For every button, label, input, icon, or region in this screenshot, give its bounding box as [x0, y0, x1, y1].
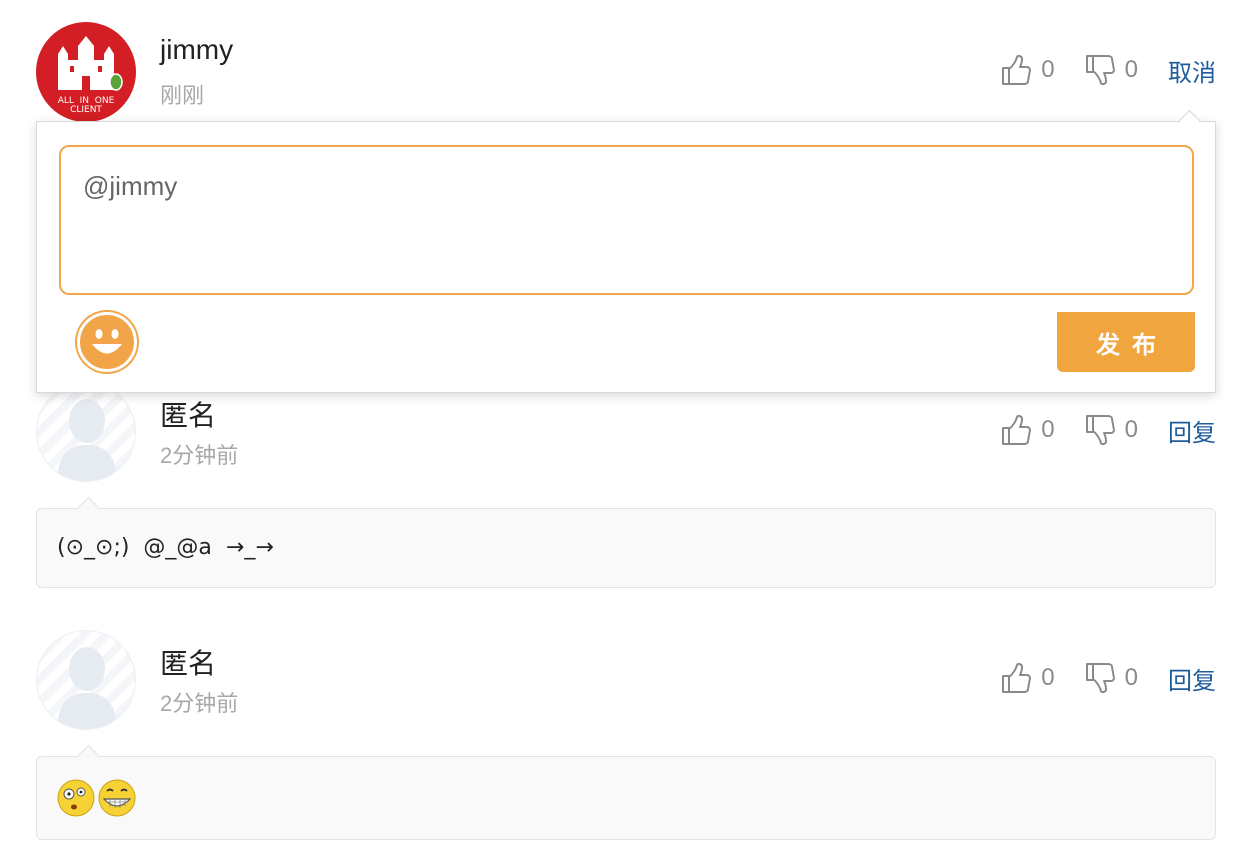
default-user-icon	[57, 647, 117, 729]
dislike-count: 0	[1124, 664, 1138, 691]
like-count: 0	[1041, 416, 1055, 443]
comment-text: (⊙_⊙;) @_@a →_→	[57, 535, 274, 560]
timestamp: 刚刚	[160, 83, 205, 108]
thumbs-down-icon[interactable]	[1085, 662, 1115, 694]
confused-emoji-icon	[57, 779, 95, 817]
like-count: 0	[1041, 664, 1055, 691]
reply-link[interactable]: 回复	[1168, 661, 1216, 696]
comment-actions: 0 0 回复	[1001, 413, 1216, 448]
avatar-caption-2: CLIENT	[36, 105, 136, 115]
comment-content	[36, 756, 1216, 840]
reply-link[interactable]: 回复	[1168, 413, 1216, 448]
default-user-icon	[57, 399, 117, 481]
publish-button[interactable]: 发布	[1057, 312, 1195, 372]
emoji-picker-button[interactable]	[77, 312, 137, 372]
author-name[interactable]: 匿名	[160, 642, 216, 682]
timestamp: 2分钟前	[160, 691, 239, 716]
dislike-count: 0	[1124, 56, 1138, 83]
reply-popup: @jimmy 发布	[36, 121, 1216, 393]
author-name[interactable]: jimmy	[160, 34, 233, 66]
thumbs-down-icon[interactable]	[1085, 54, 1115, 86]
avatar[interactable]	[36, 630, 136, 730]
like-count: 0	[1041, 56, 1055, 83]
dislike-count: 0	[1124, 416, 1138, 443]
avatar[interactable]: ALL IN ONE CLIENT	[36, 22, 136, 122]
comment-actions: 0 0 取消	[1001, 53, 1216, 88]
avatar[interactable]	[36, 382, 136, 482]
reply-textarea[interactable]: @jimmy	[59, 145, 1194, 295]
timestamp: 2分钟前	[160, 443, 239, 468]
smile-emoji-icon	[92, 329, 122, 354]
thumbs-down-icon[interactable]	[1085, 414, 1115, 446]
emoji-images	[57, 779, 136, 817]
comment-actions: 0 0 回复	[1001, 661, 1216, 696]
thumbs-up-icon[interactable]	[1001, 54, 1032, 86]
thumbs-up-icon[interactable]	[1001, 414, 1032, 446]
thumbs-up-icon[interactable]	[1001, 662, 1032, 694]
cancel-reply-link[interactable]: 取消	[1168, 53, 1216, 88]
comment-content: (⊙_⊙;) @_@a →_→	[36, 508, 1216, 588]
avatar-text-client: CLIENT	[70, 105, 102, 115]
author-name[interactable]: 匿名	[160, 394, 216, 434]
grin-emoji-icon	[98, 779, 136, 817]
